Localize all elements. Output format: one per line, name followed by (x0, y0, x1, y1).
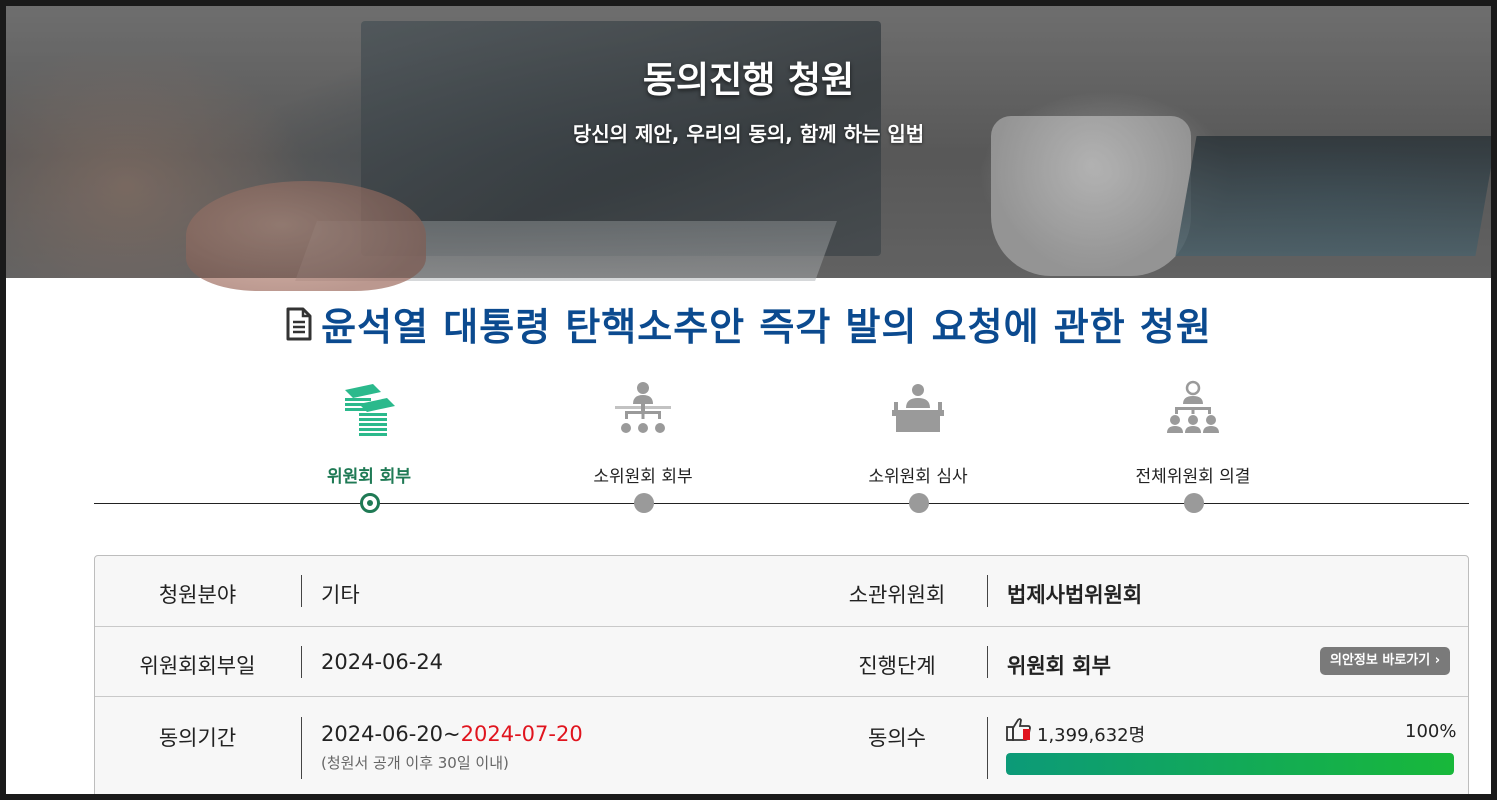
consent-period: 2024-06-20~2024-07-20 (321, 722, 583, 746)
petition-title: 윤석열 대통령 탄핵소추안 즉각 발의 요청에 관한 청원 (6, 296, 1491, 351)
field-label: 동의기간 (158, 726, 237, 750)
step-label: 위원회 회부 (326, 467, 412, 487)
category-value: 기타 (321, 583, 360, 607)
step-dot (1184, 493, 1204, 513)
field-label: 소관위원회 (848, 583, 946, 607)
period-end: 2024-07-20 (460, 722, 583, 746)
consent-count: 1,399,632명 (1037, 725, 1146, 746)
info-row-referral: 위원회회부일 2024-06-24 진행단계 위원회 회부 의안정보 바로가기 … (95, 627, 1468, 697)
consent-progress-bar (1006, 753, 1454, 775)
step-dot (634, 493, 654, 513)
document-icon (286, 307, 312, 340)
committee-value: 법제사법위원회 (1007, 583, 1143, 607)
step-label: 소위원회 회부 (593, 467, 693, 487)
consent-percent: 100% (1405, 721, 1457, 742)
thumbs-up-icon (1006, 718, 1031, 741)
org-chart-icon (615, 382, 671, 433)
stepper-track (94, 503, 1469, 504)
info-row-consent: 동의기간 2024-06-20~2024-07-20 (청원서 공개 이후 30… (95, 697, 1468, 794)
hero-title: 동의진행 청원 (642, 60, 855, 101)
stage-value: 위원회 회부 (1007, 654, 1111, 678)
podium-icon (892, 384, 944, 432)
papers-stack-icon (345, 384, 395, 436)
progress-fill (1006, 753, 1454, 775)
referral-date-value: 2024-06-24 (321, 650, 444, 674)
hero-banner: 동의진행 청원 당신의 제안, 우리의 동의, 함께 하는 입법 (6, 6, 1491, 291)
meeting-icon (1167, 380, 1219, 433)
step-dot (909, 493, 929, 513)
period-start: 2024-06-20~ (321, 722, 461, 746)
bill-info-button[interactable]: 의안정보 바로가기 › (1320, 647, 1451, 675)
period-note: (청원서 공개 이후 30일 이내) (321, 754, 509, 772)
step-subcommittee-review: 소위원회 심사 (818, 378, 1018, 487)
info-row-category: 청원분야 기타 소관위원회 법제사법위원회 (95, 556, 1468, 627)
field-label: 동의수 (868, 726, 926, 750)
page-frame: 동의진행 청원 당신의 제안, 우리의 동의, 함께 하는 입법 윤석열 대통령… (6, 6, 1491, 794)
field-label: 위원회회부일 (139, 654, 256, 678)
step-label: 전체위원회 의결 (1135, 467, 1251, 487)
step-label: 소위원회 심사 (868, 467, 968, 487)
petition-info-table: 청원분야 기타 소관위원회 법제사법위원회 위원회회부일 2024-06-24 … (94, 555, 1469, 794)
field-label: 청원분야 (158, 583, 237, 607)
step-dot-active (360, 493, 380, 513)
petition-title-text: 윤석열 대통령 탄핵소추안 즉각 발의 요청에 관한 청원 (321, 305, 1212, 349)
step-full-committee-vote: 전체위원회 의결 (1093, 378, 1293, 487)
field-label: 진행단계 (858, 654, 936, 678)
hero-subtitle: 당신의 제안, 우리의 동의, 함께 하는 입법 (572, 122, 925, 146)
step-subcommittee-referral: 소위원회 회부 (543, 378, 743, 487)
step-committee-referral: 위원회 회부 (269, 378, 469, 487)
